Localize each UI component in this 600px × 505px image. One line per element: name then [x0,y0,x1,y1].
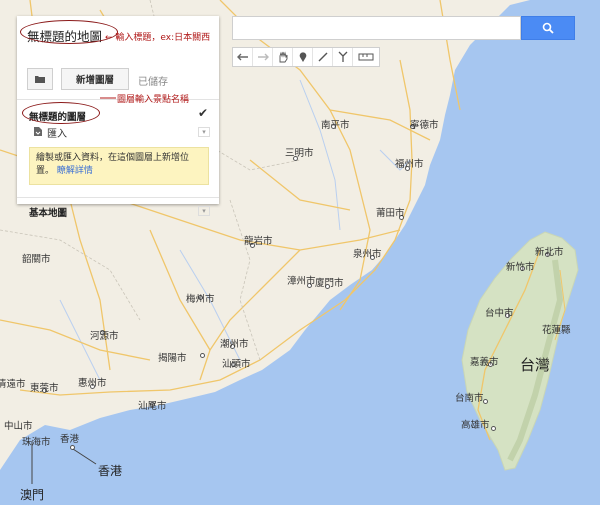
city-fuzhou: 福州市 [395,159,424,170]
search-icon [542,22,554,34]
layer-annotation: 圖層輸入景點名稱 [117,95,190,105]
hand-icon [279,51,287,63]
saved-status: 已儲存 [138,77,168,88]
city-sanming: 三明市 [285,148,314,159]
city-huizhou: 惠州市 [78,378,107,389]
ruler-icon [358,53,374,61]
city-zhongshan: 中山市 [4,421,33,432]
city-zhangzhou: 漳州市 [287,276,316,287]
layer-options-dropdown[interactable]: ▾ [198,127,210,137]
city-shanwei: 汕尾市 [138,401,167,412]
city-longyan: 龍岩市 [244,236,273,247]
import-icon [34,127,42,136]
city-shantou: 汕頭市 [222,359,251,370]
basemap-dropdown[interactable]: ▾ [198,206,210,216]
city-gaoxiong: 高雄市 [461,420,490,431]
undo-button[interactable] [233,48,253,66]
search-button[interactable] [521,16,575,40]
label-taiwan: 台灣 [520,356,551,374]
city-hualian: 花蓮縣 [542,325,571,336]
label-macau: 澳門 [20,488,45,502]
city-ningde: 寧德市 [410,120,439,131]
learn-more-link[interactable]: 瞭解詳情 [57,166,93,176]
redo-icon [257,53,269,61]
city-dot [491,426,496,431]
city-quanzhou: 泉州市 [353,249,382,260]
add-layer-button[interactable]: 新增圖層 [61,68,129,90]
city-dongguan: 東莞市 [30,383,59,394]
measure-button[interactable] [353,48,379,66]
city-hongkong-small: 香港 [60,434,80,445]
city-nanping: 南平市 [321,120,350,131]
basemap-label[interactable]: 基本地圖 [29,205,67,219]
layer-highlight-ellipse [22,102,100,124]
layer-visibility-checkbox[interactable]: ✔ [198,106,208,120]
city-xinbei: 新北市 [535,247,564,258]
label-hongkong: 香港 [98,464,123,478]
line-icon [318,52,327,62]
import-link[interactable]: 匯入 [47,125,67,140]
city-heyuan: 河源市 [90,331,119,342]
city-dot [70,445,75,450]
city-jieyang: 揭陽市 [158,353,187,364]
directions-icon [338,51,347,62]
title-annotation: ← 輸入標題，ex:日本關西 [105,33,211,43]
city-qingyuan: 清遠市 [0,379,26,390]
city-shaoguan: 韶關市 [22,254,51,265]
layers-panel: 無標題的地圖 新增圖層 已儲存 無標題的圖層 ✔ 匯入 ▾ 繪製或匯入資料，在這… [17,16,219,219]
divider [17,197,219,198]
folder-icon [35,76,45,83]
city-xinzhu: 新竹市 [506,262,535,273]
redo-button[interactable] [253,48,273,66]
open-folder-button[interactable] [27,68,53,90]
map-toolbar [232,47,380,67]
pan-tool-button[interactable] [273,48,293,66]
city-zhuhai: 珠海市 [22,437,51,448]
city-meizhou: 梅州市 [186,294,215,305]
city-chaozhou: 潮州市 [220,339,249,350]
city-dot [200,353,205,358]
city-jiayi: 嘉義市 [470,357,499,368]
undo-icon [236,53,248,61]
directions-button[interactable] [333,48,353,66]
city-xiamen: 廈門市 [315,278,344,289]
search-input[interactable] [232,16,521,40]
draw-line-button[interactable] [313,48,333,66]
info-message: 繪製或匯入資料，在這個圖層上新增位置。 瞭解詳情 [29,147,209,185]
title-highlight-ellipse [20,20,118,44]
city-taizhong: 台中市 [485,308,514,319]
city-putian: 莆田市 [376,208,405,219]
add-marker-button[interactable] [293,48,313,66]
marker-icon [299,52,306,62]
city-tainan: 台南市 [455,393,484,404]
